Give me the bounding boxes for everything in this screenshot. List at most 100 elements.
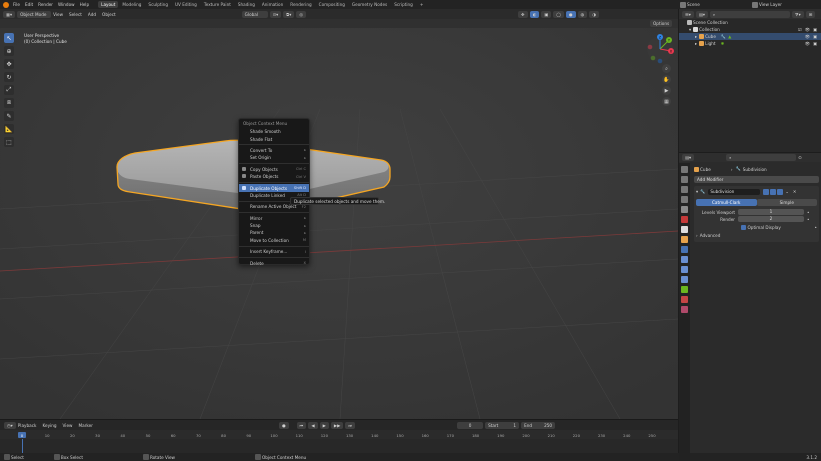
pin-icon[interactable]: ⊙ <box>798 155 802 160</box>
menu-item-insert-keyframe[interactable]: Insert Keyframe... I <box>239 248 309 255</box>
outliner-search-input[interactable]: ⌕ <box>709 10 790 18</box>
menu-playback[interactable]: Playback <box>18 423 37 428</box>
blender-logo-icon[interactable] <box>3 1 9 8</box>
visibility-eye-icon[interactable]: 👁 <box>805 34 810 40</box>
snap-toggle[interactable]: ⧉▾ <box>283 10 295 18</box>
timeline-editor-type-button[interactable]: ◷▾ <box>4 421 16 429</box>
mesh-data-icon[interactable]: ▲ <box>728 34 805 39</box>
add-cube-tool[interactable]: ⬚ <box>4 137 14 147</box>
physics-tab-icon[interactable] <box>681 266 688 273</box>
add-workspace-button[interactable]: + <box>417 1 427 8</box>
properties-editor-type-button[interactable]: ▤▾ <box>682 154 695 161</box>
expand-arrow-icon[interactable]: ▸ <box>695 34 697 39</box>
menu-edit[interactable]: Edit <box>25 2 33 7</box>
scale-tool[interactable]: ⤢ <box>4 85 14 95</box>
pivot-point-button[interactable]: ⊙▾ <box>269 10 282 18</box>
expand-arrow-icon[interactable]: ▾ <box>689 27 691 32</box>
navigation-gizmo[interactable]: X Y Z <box>645 34 675 64</box>
current-frame-field[interactable]: 0 <box>457 421 484 429</box>
menu-view[interactable]: View <box>53 12 63 17</box>
outliner-item-light[interactable]: ▸ Light ✺ 👁 ▣ <box>679 40 821 47</box>
start-frame-field[interactable]: Start 1 <box>485 421 520 429</box>
move-tool[interactable]: ✥ <box>4 59 14 69</box>
menu-item-mirror[interactable]: Mirror ▸ <box>239 215 309 222</box>
menu-item-set-origin[interactable]: Set Origin ▸ <box>239 154 309 161</box>
material-tab-icon[interactable] <box>681 296 688 303</box>
collapse-arrow-icon[interactable]: ▾ <box>696 189 698 194</box>
output-tab-icon[interactable] <box>681 186 688 193</box>
remove-modifier-icon[interactable]: ✕ <box>793 189 797 194</box>
jump-start-button[interactable]: ⏮ <box>296 421 307 429</box>
record-button[interactable]: ● <box>278 421 289 429</box>
modifier-wrench-icon[interactable]: 🔧 <box>721 34 726 40</box>
prev-keyframe-button[interactable]: ◀ <box>308 421 318 429</box>
properties-editor[interactable]: ▤▾ ⌕ ⊙ Cube › 🔧 Subdivision Add Modifier <box>679 153 821 461</box>
texture-tab-icon[interactable] <box>681 306 688 313</box>
select-box-tool[interactable]: ↖ <box>4 33 14 43</box>
menu-item-convert-to[interactable]: Convert To ▸ <box>239 147 309 154</box>
menu-item-paste-objects[interactable]: Paste Objects Ctrl V <box>239 173 309 180</box>
advanced-subpanel-header[interactable]: › Advanced <box>696 233 817 238</box>
menu-add[interactable]: Add <box>88 12 96 17</box>
menu-item-move-to-collection[interactable]: Move to Collection M <box>239 237 309 244</box>
menu-keying[interactable]: Keying <box>42 423 56 428</box>
filter-button[interactable]: ⧩▾ <box>791 10 804 18</box>
menu-timeline-view[interactable]: View <box>63 423 73 428</box>
outliner-editor-type-button[interactable]: ☰▾ <box>682 10 694 18</box>
menu-item-copy-objects[interactable]: Copy Objects Ctrl C <box>239 166 309 173</box>
tool-tab-icon[interactable] <box>681 166 688 173</box>
menu-file[interactable]: File <box>13 2 20 7</box>
workspace-tab-compositing[interactable]: Compositing <box>316 1 348 8</box>
workspace-tab-layout[interactable]: Layout <box>98 1 119 8</box>
workspace-tab-rendering[interactable]: Rendering <box>287 1 314 8</box>
workspace-tab-modeling[interactable]: Modeling <box>119 1 144 8</box>
shading-wireframe-button[interactable]: ◯ <box>553 10 564 18</box>
render-camera-icon[interactable]: ▣ <box>813 27 817 32</box>
menu-item-duplicate-objects[interactable]: Duplicate Objects Shift D <box>239 184 309 192</box>
render-tab-icon[interactable] <box>681 176 688 183</box>
3d-viewport[interactable]: ▦▾ Object Mode View Select Add Object Gl… <box>0 9 678 419</box>
mode-selector[interactable]: Object Mode <box>17 10 52 18</box>
visibility-eye-icon[interactable]: 👁 <box>805 27 810 33</box>
properties-search-input[interactable]: ⌕ <box>726 154 797 161</box>
catmull-clark-button[interactable]: Catmull-Clark <box>696 199 757 206</box>
xray-toggle[interactable]: ▣ <box>541 10 552 18</box>
modifier-dropdown-icon[interactable]: ⌄ <box>785 189 789 194</box>
workspace-tab-uv-editing[interactable]: UV Editing <box>172 1 200 8</box>
timeline-track-area[interactable] <box>0 439 678 454</box>
shading-rendered-button[interactable]: ◑ <box>589 10 599 18</box>
menu-item-parent[interactable]: Parent ▸ <box>239 229 309 236</box>
edit-mode-toggle-icon[interactable] <box>763 188 770 195</box>
collection-tab-icon[interactable] <box>681 226 688 233</box>
timeline-ruler[interactable]: 0 10 20 30 40 50 60 70 80 90 100 110 120 130 140 150 160… <box>0 431 678 439</box>
new-collection-button[interactable]: ⊞ <box>805 10 816 18</box>
transform-orientation-dropdown[interactable]: Global <box>241 10 268 18</box>
shading-solid-button[interactable]: ● <box>565 10 576 18</box>
timeline-editor[interactable]: ◷▾ Playback Keying View Marker ● ⏮ ◀ ▶ ▶… <box>0 419 678 454</box>
render-toggle-icon[interactable] <box>777 188 784 195</box>
levels-viewport-field[interactable]: 1 <box>738 209 804 215</box>
menu-render[interactable]: Render <box>38 2 53 7</box>
render-camera-icon[interactable]: ▣ <box>813 41 817 46</box>
measure-tool[interactable]: 📐 <box>4 124 14 134</box>
keyframe-dot-icon[interactable]: • <box>807 210 809 215</box>
menu-help[interactable]: Help <box>80 2 90 7</box>
viewport-toggle-icon[interactable] <box>770 188 777 195</box>
end-frame-field[interactable]: End 250 <box>521 421 556 429</box>
light-data-icon[interactable]: ✺ <box>721 41 805 46</box>
scene-tab-icon[interactable] <box>681 206 688 213</box>
workspace-tab-texture-paint[interactable]: Texture Paint <box>201 1 234 8</box>
zoom-icon[interactable]: ⌕ <box>662 64 671 73</box>
optimal-display-checkbox[interactable] <box>741 225 746 230</box>
menu-window[interactable]: Window <box>58 2 75 7</box>
modifier-tab-icon[interactable] <box>681 246 688 253</box>
workspace-tab-sculpting[interactable]: Sculpting <box>145 1 171 8</box>
jump-end-button[interactable]: ⏭ <box>345 421 356 429</box>
editor-type-button[interactable]: ▦▾ <box>3 10 16 18</box>
viewport-scene[interactable] <box>0 9 678 419</box>
outliner-collection[interactable]: ▾ Collection ☑ 👁 ▣ <box>679 26 821 33</box>
shading-material-button[interactable]: ◍ <box>577 10 588 18</box>
view-layer-tab-icon[interactable] <box>681 196 688 203</box>
outliner-editor[interactable]: ☰▾ ▤▾ ⌕ ⧩▾ ⊞ Scene Collection ▾ Collecti… <box>679 9 821 152</box>
menu-item-delete[interactable]: Delete X <box>239 259 309 266</box>
